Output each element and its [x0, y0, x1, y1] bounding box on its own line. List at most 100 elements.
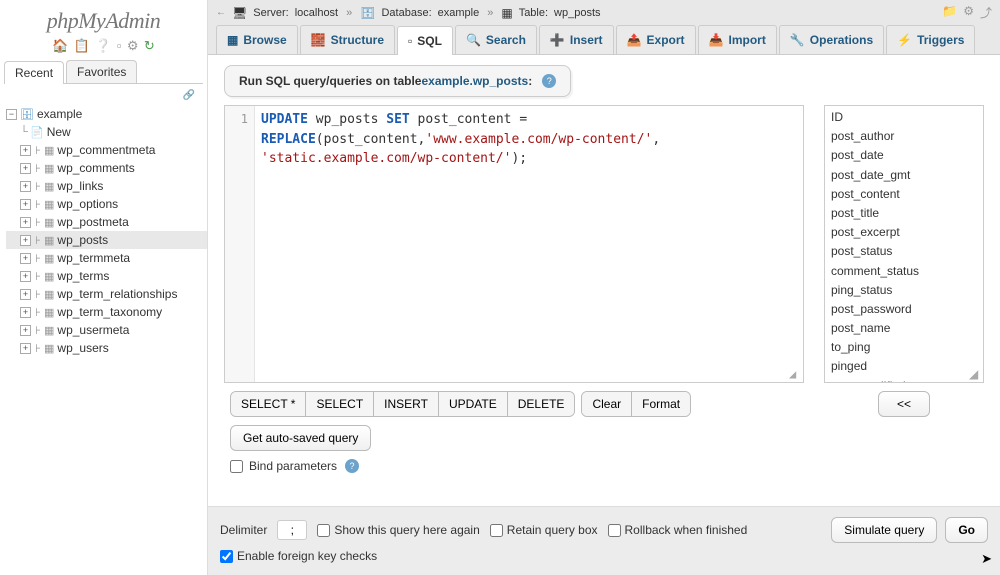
bc-exit-icon[interactable]: ⤴	[980, 4, 992, 21]
bc-db[interactable]: example	[438, 7, 480, 19]
side-tab-favorites[interactable]: Favorites	[66, 60, 137, 83]
logo: phpMyAdmin	[0, 2, 207, 36]
bc-gear-icon[interactable]: ⚙	[963, 4, 974, 21]
help-sidebar-icon[interactable]: ❔	[95, 38, 111, 53]
tree-table[interactable]: +⊦▦wp_terms	[6, 267, 207, 285]
expand-icon[interactable]: +	[20, 145, 31, 156]
home-icon[interactable]: 🏠	[52, 38, 68, 53]
bc-star-icon[interactable]: 📁	[942, 4, 957, 21]
tab-sql[interactable]: ▫SQL	[397, 26, 453, 55]
tree-table[interactable]: +⊦▦wp_users	[6, 339, 207, 357]
table-bc-icon: ▦	[501, 6, 512, 20]
expand-icon[interactable]: +	[20, 163, 31, 174]
update-button[interactable]: UPDATE	[439, 392, 508, 416]
column-option[interactable]: post_excerpt	[831, 223, 977, 242]
column-option[interactable]: post_date	[831, 146, 977, 165]
tree-table[interactable]: +⊦▦wp_term_taxonomy	[6, 303, 207, 321]
side-tab-recent[interactable]: Recent	[4, 61, 64, 84]
expand-icon[interactable]: +	[20, 199, 31, 210]
gear-icon[interactable]: ⚙	[127, 38, 139, 53]
auto-saved-button[interactable]: Get auto-saved query	[230, 425, 371, 451]
column-option[interactable]: post_password	[831, 300, 977, 319]
collapse-icon[interactable]: −	[6, 109, 17, 120]
tab-search[interactable]: 🔍Search	[455, 25, 537, 54]
column-option[interactable]: post_content	[831, 185, 977, 204]
go-button[interactable]: Go	[945, 517, 988, 543]
retain-checkbox[interactable]	[490, 524, 503, 537]
exit-icon[interactable]: 📋	[74, 38, 90, 53]
tree-table[interactable]: +⊦▦wp_posts	[6, 231, 207, 249]
link-icon[interactable]: 🔗	[0, 90, 207, 101]
tree-line: ⊦	[34, 144, 42, 157]
tree-table[interactable]: +⊦▦wp_commentmeta	[6, 141, 207, 159]
sql-sidebar-icon[interactable]: ▫	[117, 38, 122, 53]
tree-table[interactable]: +⊦▦wp_postmeta	[6, 213, 207, 231]
expand-icon[interactable]: +	[20, 307, 31, 318]
tab-browse[interactable]: ▦Browse	[216, 25, 298, 54]
reload-icon[interactable]: ↻	[144, 38, 155, 53]
simulate-button[interactable]: Simulate query	[831, 517, 937, 543]
column-option[interactable]: post_status	[831, 242, 977, 261]
help-icon[interactable]: ?	[542, 74, 556, 88]
column-option[interactable]: comment_status	[831, 262, 977, 281]
expand-icon[interactable]: +	[20, 253, 31, 264]
help-icon[interactable]: ?	[345, 459, 359, 473]
bc-back-icon[interactable]: ←	[216, 7, 226, 18]
delimiter-input[interactable]	[277, 520, 307, 540]
tree-db[interactable]: − 🗄 example	[6, 105, 207, 123]
resize-handle-icon[interactable]: ◢	[789, 368, 801, 380]
tab-triggers[interactable]: ⚡Triggers	[886, 25, 975, 54]
rollback-checkbox[interactable]	[608, 524, 621, 537]
expand-icon[interactable]: +	[20, 343, 31, 354]
delete-button[interactable]: DELETE	[508, 392, 575, 416]
expand-icon[interactable]: +	[20, 181, 31, 192]
expand-icon[interactable]: +	[20, 217, 31, 228]
column-option[interactable]: post_date_gmt	[831, 166, 977, 185]
tab-structure[interactable]: 🧱Structure	[300, 25, 395, 54]
tree-table[interactable]: +⊦▦wp_comments	[6, 159, 207, 177]
tab-operations[interactable]: 🔧Operations	[779, 25, 884, 54]
insert-button[interactable]: INSERT	[374, 392, 439, 416]
bc-sep: »	[346, 7, 352, 19]
show-again-checkbox[interactable]	[317, 524, 330, 537]
select-star-button[interactable]: SELECT *	[231, 392, 306, 416]
clear-button[interactable]: Clear	[582, 392, 632, 416]
select-button[interactable]: SELECT	[306, 392, 374, 416]
column-option[interactable]: post_name	[831, 319, 977, 338]
bind-params-checkbox[interactable]	[230, 460, 243, 473]
expand-icon[interactable]: +	[20, 289, 31, 300]
expand-icon[interactable]: +	[20, 271, 31, 282]
format-button[interactable]: Format	[632, 392, 690, 416]
editor-code[interactable]: UPDATE wp_posts SET post_content = REPLA…	[255, 106, 803, 382]
column-option[interactable]: pinged	[831, 357, 977, 376]
tab-insert[interactable]: ➕Insert	[539, 25, 614, 54]
tree-table[interactable]: +⊦▦wp_options	[6, 195, 207, 213]
main-tabs: ▦Browse🧱Structure▫SQL🔍Search➕Insert📤Expo…	[208, 25, 1000, 55]
column-option[interactable]: ping_status	[831, 281, 977, 300]
column-option[interactable]: post_author	[831, 127, 977, 146]
bc-table[interactable]: wp_posts	[554, 7, 600, 19]
insert-tab-icon: ➕	[550, 33, 565, 47]
table-icon: ▦	[44, 162, 54, 175]
tree-new[interactable]: └ 📄 New	[6, 123, 207, 141]
column-option[interactable]: to_ping	[831, 338, 977, 357]
column-option[interactable]: post_modified	[831, 377, 977, 383]
columns-list[interactable]: IDpost_authorpost_datepost_date_gmtpost_…	[824, 105, 984, 383]
expand-icon[interactable]: +	[20, 325, 31, 336]
fk-label: Enable foreign key checks	[237, 549, 377, 563]
column-insert-button[interactable]: <<	[878, 391, 930, 417]
fk-checkbox[interactable]	[220, 550, 233, 563]
tab-export[interactable]: 📤Export	[616, 25, 696, 54]
bc-server[interactable]: localhost	[295, 7, 338, 19]
tree-table[interactable]: +⊦▦wp_links	[6, 177, 207, 195]
resize-handle-icon[interactable]: ◢	[969, 368, 981, 380]
expand-icon[interactable]: +	[20, 235, 31, 246]
tab-import[interactable]: 📥Import	[698, 25, 777, 54]
query-header-target[interactable]: example.wp_posts	[421, 74, 528, 88]
column-option[interactable]: post_title	[831, 204, 977, 223]
tree-table[interactable]: +⊦▦wp_usermeta	[6, 321, 207, 339]
tree-table[interactable]: +⊦▦wp_termmeta	[6, 249, 207, 267]
tree-table[interactable]: +⊦▦wp_term_relationships	[6, 285, 207, 303]
sql-editor[interactable]: 1 UPDATE wp_posts SET post_content = REP…	[224, 105, 804, 383]
column-option[interactable]: ID	[831, 108, 977, 127]
